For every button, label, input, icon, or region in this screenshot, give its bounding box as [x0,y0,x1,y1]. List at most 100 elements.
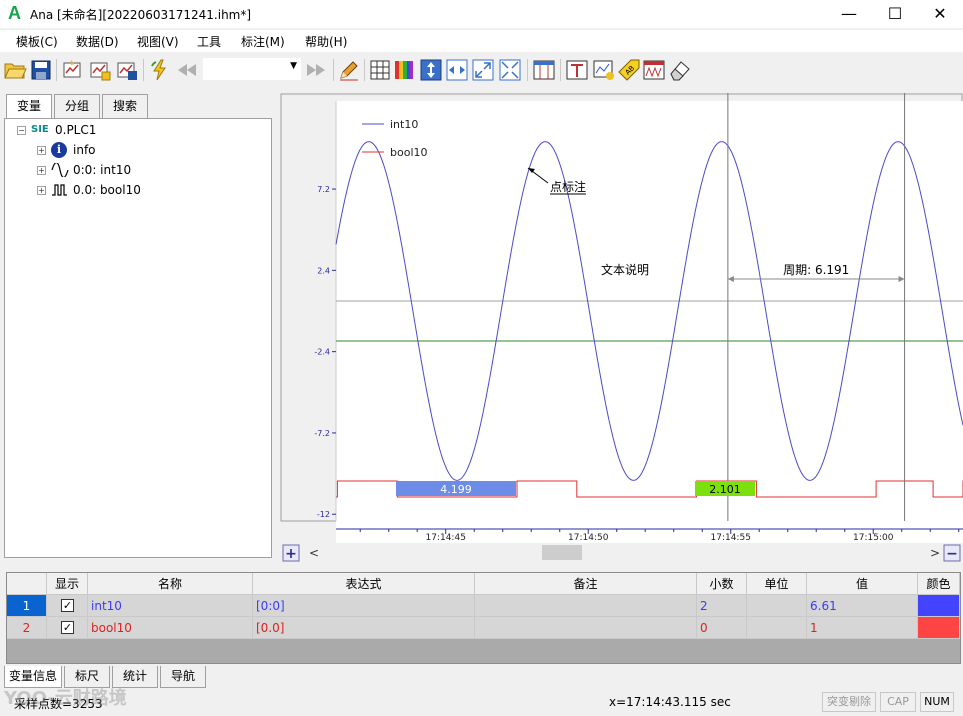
minus-icon: − [946,546,958,562]
point-annotation: 点标注 [550,179,586,194]
menu-mark[interactable]: 标注(M) [241,33,285,50]
zoom-out-icon[interactable] [498,58,522,82]
row-value: 6.61 [807,595,918,617]
grid-header-value[interactable]: 值 [807,573,918,595]
bool-duration-label-1: 4.199 [440,483,472,496]
num-lock-indicator: NUM [920,692,954,712]
chart-save-icon[interactable] [115,58,139,82]
row-expression[interactable]: [0.0] [253,617,475,639]
variable-info-grid: 显示 名称 表达式 备注 小数 单位 值 颜色 1 ✓ int10 [0:0] … [6,572,961,664]
legend-int10-label: int10 [390,118,418,131]
row-index[interactable]: 1 [7,595,47,617]
expand-icon[interactable]: + [37,166,46,175]
zoom-in-icon[interactable] [471,58,495,82]
color-palette-icon[interactable] [392,58,416,82]
tree-item-label: 0.0: bool10 [73,183,141,197]
tree-item-label: 0:0: int10 [73,163,132,177]
tab-variables[interactable]: 变量 [6,94,52,120]
watermark: YOO-云财路境 [4,688,127,709]
x-tick-label: 17:14:55 [711,533,751,543]
rewind-icon[interactable] [175,58,199,82]
info-icon: i [51,142,67,158]
fast-forward-icon[interactable] [304,58,328,82]
collapse-icon[interactable]: − [17,126,26,135]
grid-icon[interactable] [368,58,392,82]
row-show-cell: ✓ [47,595,88,617]
grid-header-color[interactable]: 颜色 [918,573,960,595]
fit-horizontal-icon[interactable] [445,58,469,82]
row-unit[interactable] [747,617,807,639]
show-checkbox[interactable]: ✓ [61,621,74,634]
menu-tools[interactable]: 工具 [197,33,221,50]
menu-view[interactable]: 视图(V) [137,33,179,50]
menu-template[interactable]: 模板(C) [16,33,58,50]
chart-add-icon[interactable] [61,58,85,82]
menu-data[interactable]: 数据(D) [76,33,119,50]
tag-icon[interactable]: AB [617,58,641,82]
refresh-lightning-icon[interactable] [148,58,172,82]
expand-icon[interactable]: + [37,186,46,195]
close-button[interactable]: ✕ [917,0,963,28]
x-tick-label: 17:15:00 [853,533,894,543]
cursor-icon[interactable] [532,58,556,82]
y-tick-label: -7.2 [314,429,330,438]
chart-wave-icon[interactable] [642,58,666,82]
chart-new-icon[interactable] [88,58,112,82]
save-icon[interactable] [29,58,53,82]
grid-header-note[interactable]: 备注 [475,573,697,595]
y-tick-label: -2.4 [314,348,330,357]
toolbar-separator [527,59,528,81]
horizontal-scroll-thumb[interactable] [542,545,582,560]
marker-icon[interactable] [565,58,589,82]
x-tick-label: 17:14:45 [426,533,466,543]
fit-vertical-icon[interactable] [419,58,443,82]
row-note[interactable] [475,595,697,617]
grid-header-show[interactable]: 显示 [47,573,88,595]
row-decimals[interactable]: 2 [697,595,747,617]
show-checkbox[interactable]: ✓ [61,599,74,612]
tree-item-label: info [73,143,96,157]
cursor-readout: x=17:14:43.115 sec [609,695,731,709]
variable-tree: − SIE 0.PLC1 + i info + 0:0: int10 + 0.0… [4,118,272,558]
legend-bool10-label: bool10 [390,146,428,159]
tab-navigation[interactable]: 导航 [160,666,206,688]
row-color-cell[interactable] [918,617,960,639]
status-bar: 采样点数=3253 YOO-云财路境 x=17:14:43.115 sec 突变… [0,688,963,716]
row-index[interactable]: 2 [7,617,47,639]
trend-chart[interactable]: 7.2 2.4 -2.4 -7.2 -12 4.199 2.101 int10 bool… [280,93,963,563]
toolbar-combo[interactable]: ▼ [203,58,301,80]
maximize-button[interactable]: ☐ [872,0,918,28]
grid-header-decimals[interactable]: 小数 [697,573,747,595]
minimize-button[interactable]: — [826,0,872,28]
tab-search[interactable]: 搜索 [102,94,148,118]
scroll-right-button[interactable]: > [930,546,940,560]
menu-help[interactable]: 帮助(H) [305,33,347,50]
row-unit[interactable] [747,595,807,617]
open-folder-icon[interactable] [3,58,27,82]
period-label: 周期: 6.191 [783,263,849,277]
tab-groups[interactable]: 分组 [54,94,100,118]
row-note[interactable] [475,617,697,639]
row-name[interactable]: int10 [88,595,253,617]
color-swatch[interactable] [918,595,959,616]
expand-icon[interactable]: + [37,146,46,155]
annotate-icon[interactable] [592,58,616,82]
pencil-icon[interactable] [337,58,361,82]
row-decimals[interactable]: 0 [697,617,747,639]
grid-header-unit[interactable]: 单位 [747,573,807,595]
toolbar-separator [56,59,57,81]
row-expression[interactable]: [0:0] [253,595,475,617]
row-value: 1 [807,617,918,639]
row-color-cell[interactable] [918,595,960,617]
color-swatch[interactable] [918,617,959,638]
variable-panel: 变量 分组 搜索 − SIE 0.PLC1 + i info + 0:0: in… [2,92,275,562]
grid-header-name[interactable]: 名称 [88,573,253,595]
scroll-left-button[interactable]: < [309,546,319,560]
row-name[interactable]: bool10 [88,617,253,639]
window-title: Ana [未命名][20220603171241.ihm*] [30,8,252,22]
grid-header-expression[interactable]: 表达式 [253,573,475,595]
eraser-icon[interactable] [667,58,691,82]
grid-header-corner [7,573,47,595]
caps-lock-indicator: CAP [880,692,916,712]
app-logo-icon: A [8,3,21,23]
